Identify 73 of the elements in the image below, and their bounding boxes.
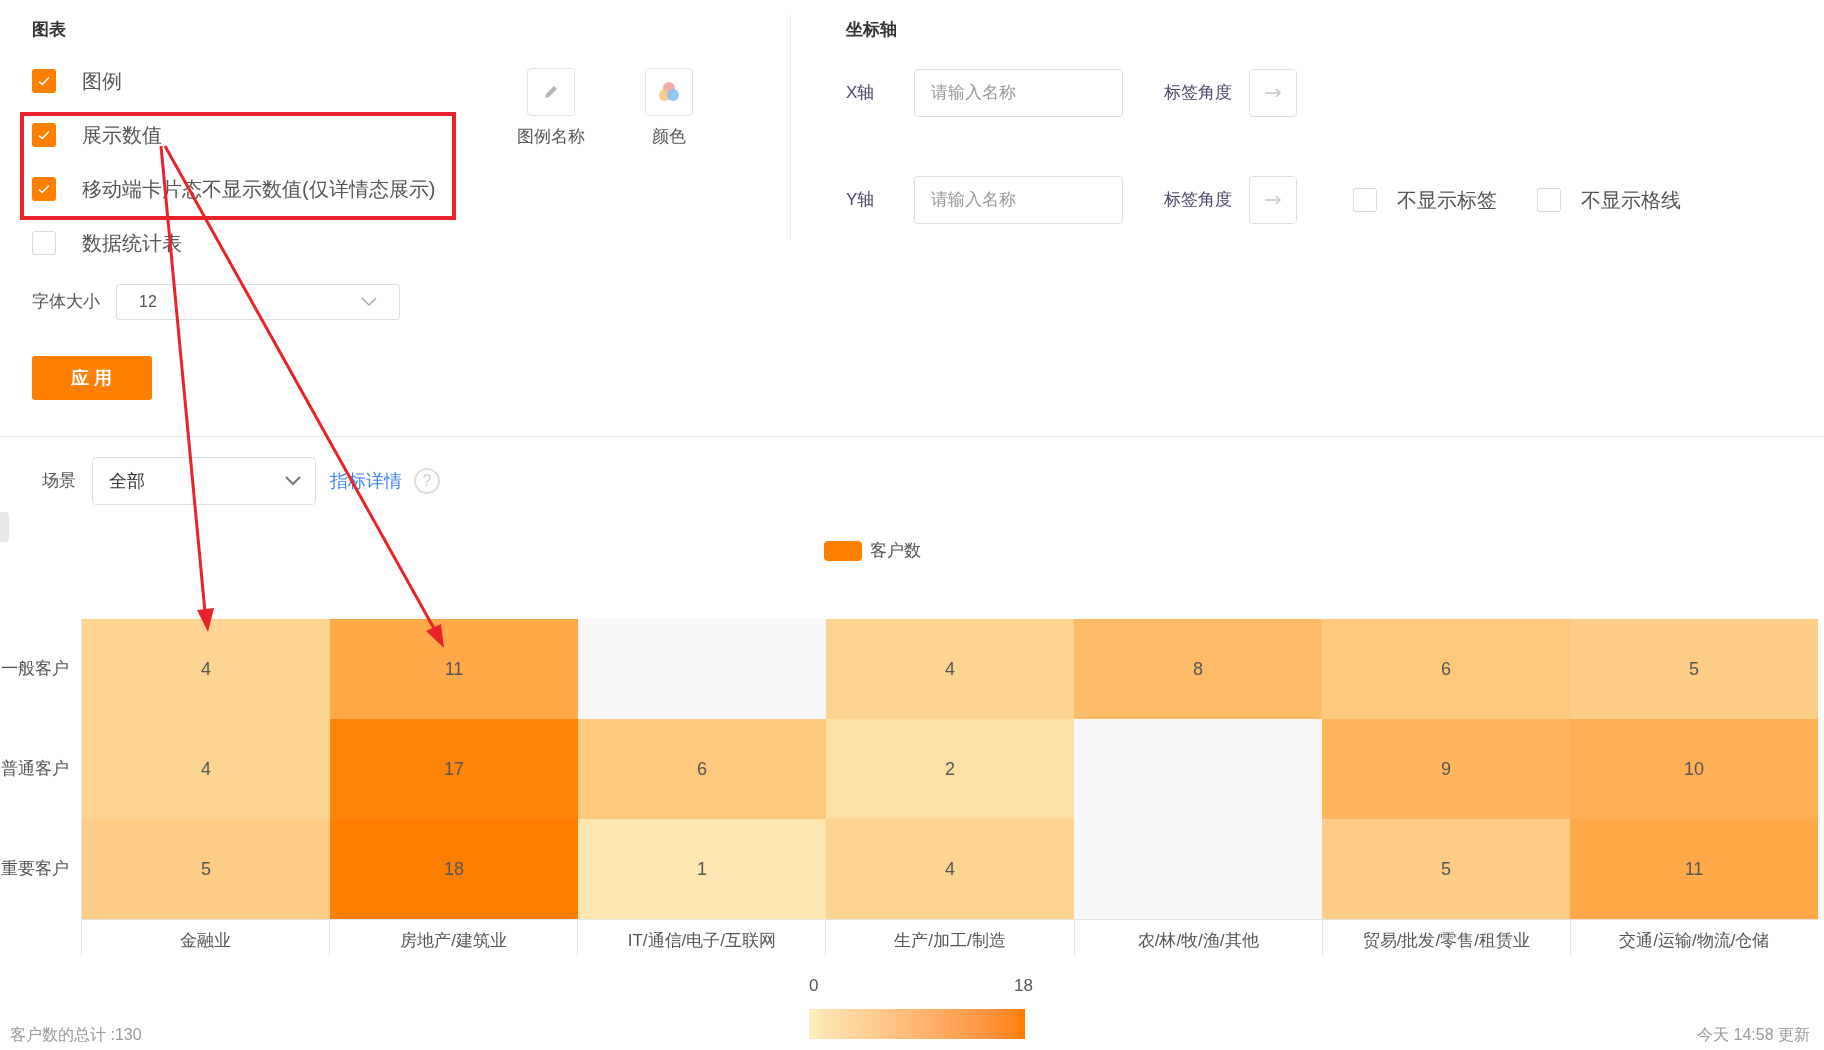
checkbox[interactable] — [1353, 188, 1377, 212]
heatmap-cell: 1 — [578, 819, 826, 919]
font-size-select[interactable]: 12 — [116, 284, 400, 320]
checkbox-label: 图例 — [82, 69, 122, 94]
axis-label: Y轴 — [846, 189, 876, 212]
legend-label: 客户数 — [869, 540, 921, 563]
axis-name-input[interactable]: 请输入名称 — [914, 69, 1123, 117]
check-icon — [37, 182, 51, 196]
heatmap-cell: 6 — [578, 719, 826, 819]
updated-time: 今天 14:58 更新 — [1697, 1024, 1811, 1045]
heatmap-cell: 4 — [82, 619, 330, 719]
tool-label: 颜色 — [652, 126, 686, 148]
heatmap-cell: 9 — [1322, 719, 1570, 819]
field-label: 标签角度 — [1164, 189, 1233, 212]
row-label: 普通客户 — [1, 758, 70, 781]
scale-min-label: 0 — [809, 975, 819, 997]
heatmap-cell: 8 — [1074, 619, 1322, 719]
heatmap-cell: 4 — [826, 819, 1074, 919]
field-label: 标签角度 — [1164, 82, 1233, 105]
column-label: 生产/加工/制造 — [894, 930, 1006, 952]
angle-button[interactable] — [1249, 176, 1297, 224]
heatmap-cell: 10 — [1570, 719, 1818, 819]
color-circles-icon — [657, 80, 681, 104]
heatmap-cell: 11 — [1570, 819, 1818, 919]
chevron-down-icon — [361, 297, 377, 307]
section-title: 图表 — [32, 19, 67, 41]
scene-select[interactable]: 全部 — [92, 457, 316, 505]
column-label: 金融业 — [180, 930, 232, 952]
angle-button[interactable] — [1249, 69, 1297, 117]
checkbox[interactable] — [1537, 188, 1561, 212]
checkbox-label: 不显示标签 — [1397, 188, 1497, 213]
heatmap-cell: 5 — [1570, 619, 1818, 719]
check-icon — [37, 74, 51, 88]
color-scale-bar[interactable] — [809, 1008, 1025, 1039]
scale-handle[interactable] — [1017, 1008, 1025, 1039]
tool-label: 图例名称 — [517, 126, 585, 148]
arrow-right-icon — [1264, 88, 1282, 98]
scale-max-label: 18 — [1014, 975, 1033, 997]
apply-button[interactable]: 应 用 — [32, 356, 152, 400]
column-label: 农/林/牧/渔/其他 — [1137, 930, 1259, 952]
checkbox-label: 不显示格线 — [1581, 188, 1681, 213]
heatmap-cell: 4 — [82, 719, 330, 819]
heatmap-cell: 4 — [826, 619, 1074, 719]
axis-name-input[interactable]: 请输入名称 — [914, 176, 1123, 224]
heatmap-cell: 2 — [826, 719, 1074, 819]
heatmap-cell: 17 — [330, 719, 578, 819]
heatmap-cell: 18 — [330, 819, 578, 919]
section-title: 坐标轴 — [846, 19, 898, 41]
column-label: 房地产/建筑业 — [400, 930, 508, 952]
total-text: 客户数的总计 :130 — [10, 1024, 142, 1045]
tool-button[interactable] — [527, 68, 575, 116]
row-label: 一般客户 — [1, 658, 70, 681]
checkbox[interactable] — [32, 123, 56, 147]
column-label: IT/通信/电子/互联网 — [627, 930, 776, 952]
field-label: 字体大小 — [32, 291, 101, 314]
check-icon — [37, 128, 51, 142]
checkbox[interactable] — [32, 69, 56, 93]
column-label: 交通/运输/物流/仓储 — [1619, 930, 1770, 952]
checkbox-label: 展示数值 — [82, 123, 162, 148]
field-label: 场景 — [42, 470, 77, 493]
heatmap-cell: 11 — [330, 619, 578, 719]
row-label: 重要客户 — [1, 858, 70, 881]
axis-label: X轴 — [846, 82, 876, 105]
chevron-down-icon — [285, 476, 301, 486]
pencil-icon — [542, 83, 560, 101]
heatmap-cell: 5 — [82, 819, 330, 919]
checkbox[interactable] — [32, 177, 56, 201]
tool-button[interactable] — [645, 68, 693, 116]
checkbox[interactable] — [32, 231, 56, 255]
heatmap-cell: 5 — [1322, 819, 1570, 919]
arrow-right-icon — [1264, 195, 1282, 205]
heatmap-cell: 6 — [1322, 619, 1570, 719]
column-label: 贸易/批发/零售/租赁业 — [1362, 930, 1530, 952]
